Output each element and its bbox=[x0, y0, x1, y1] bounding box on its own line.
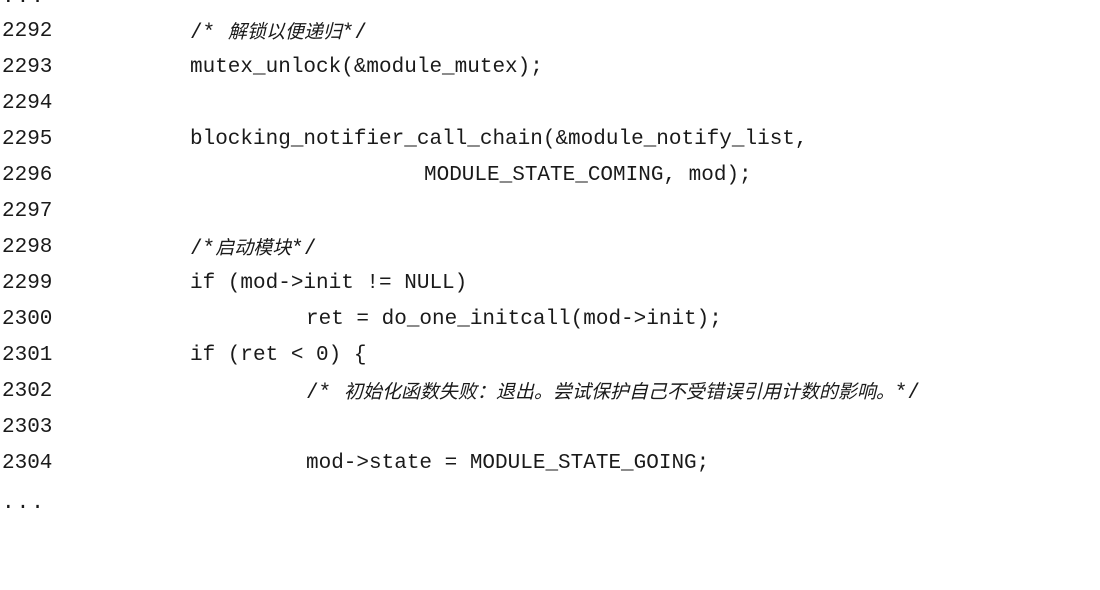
line-number: 2301 bbox=[2, 344, 53, 367]
line-number: 2300 bbox=[2, 308, 53, 331]
code-line: 2297 bbox=[0, 194, 1100, 230]
code-text: if (mod->init != NULL) bbox=[190, 272, 468, 295]
code-text: blocking_notifier_call_chain(&module_not… bbox=[190, 128, 808, 151]
code-listing: 2292 /* 解锁以便递归*/ 2293 mutex_unlock(&modu… bbox=[0, 0, 1100, 475]
code-line: 2295 blocking_notifier_call_chain(&modul… bbox=[0, 122, 1100, 158]
code-line: 2302 /* 初始化函数失败：退出。尝试保护自己不受错误引用计数的影响。*/ bbox=[0, 374, 1100, 410]
ellipsis-bottom: ... bbox=[2, 492, 46, 515]
code-line: 2301 if (ret < 0) { bbox=[0, 338, 1100, 374]
code-line: 2293 mutex_unlock(&module_mutex); bbox=[0, 50, 1100, 86]
code-comment: /* 初始化函数失败：退出。尝试保护自己不受错误引用计数的影响。*/ bbox=[306, 381, 921, 405]
code-line: 2299 if (mod->init != NULL) bbox=[0, 266, 1100, 302]
code-text: if (ret < 0) { bbox=[190, 344, 367, 367]
line-number: 2292 bbox=[2, 20, 53, 43]
code-line: 2303 bbox=[0, 410, 1100, 446]
line-number: 2296 bbox=[2, 164, 53, 187]
code-text: mutex_unlock(&module_mutex); bbox=[190, 56, 543, 79]
line-number: 2303 bbox=[2, 416, 53, 439]
code-line: 2304 mod->state = MODULE_STATE_GOING; bbox=[0, 446, 1100, 482]
line-number: 2299 bbox=[2, 272, 53, 295]
code-line: 2296 MODULE_STATE_COMING, mod); bbox=[0, 158, 1100, 194]
line-number: 2304 bbox=[2, 452, 53, 475]
code-line: 2298 /*启动模块*/ bbox=[0, 230, 1100, 266]
line-number: 2297 bbox=[2, 200, 53, 223]
line-number: 2295 bbox=[2, 128, 53, 151]
code-line: 2300 ret = do_one_initcall(mod->init); bbox=[0, 302, 1100, 338]
line-number: 2302 bbox=[2, 380, 53, 403]
code-text: ret = do_one_initcall(mod->init); bbox=[306, 308, 722, 331]
code-text: mod->state = MODULE_STATE_GOING; bbox=[306, 452, 710, 475]
line-number: 2294 bbox=[2, 92, 53, 115]
code-comment: /*启动模块*/ bbox=[190, 237, 317, 261]
code-comment: /* 解锁以便递归*/ bbox=[190, 21, 368, 45]
line-number: 2293 bbox=[2, 56, 53, 79]
line-number: 2298 bbox=[2, 236, 53, 259]
code-text: MODULE_STATE_COMING, mod); bbox=[424, 164, 752, 187]
code-line: 2292 /* 解锁以便递归*/ bbox=[0, 14, 1100, 50]
code-line: 2294 bbox=[0, 86, 1100, 122]
